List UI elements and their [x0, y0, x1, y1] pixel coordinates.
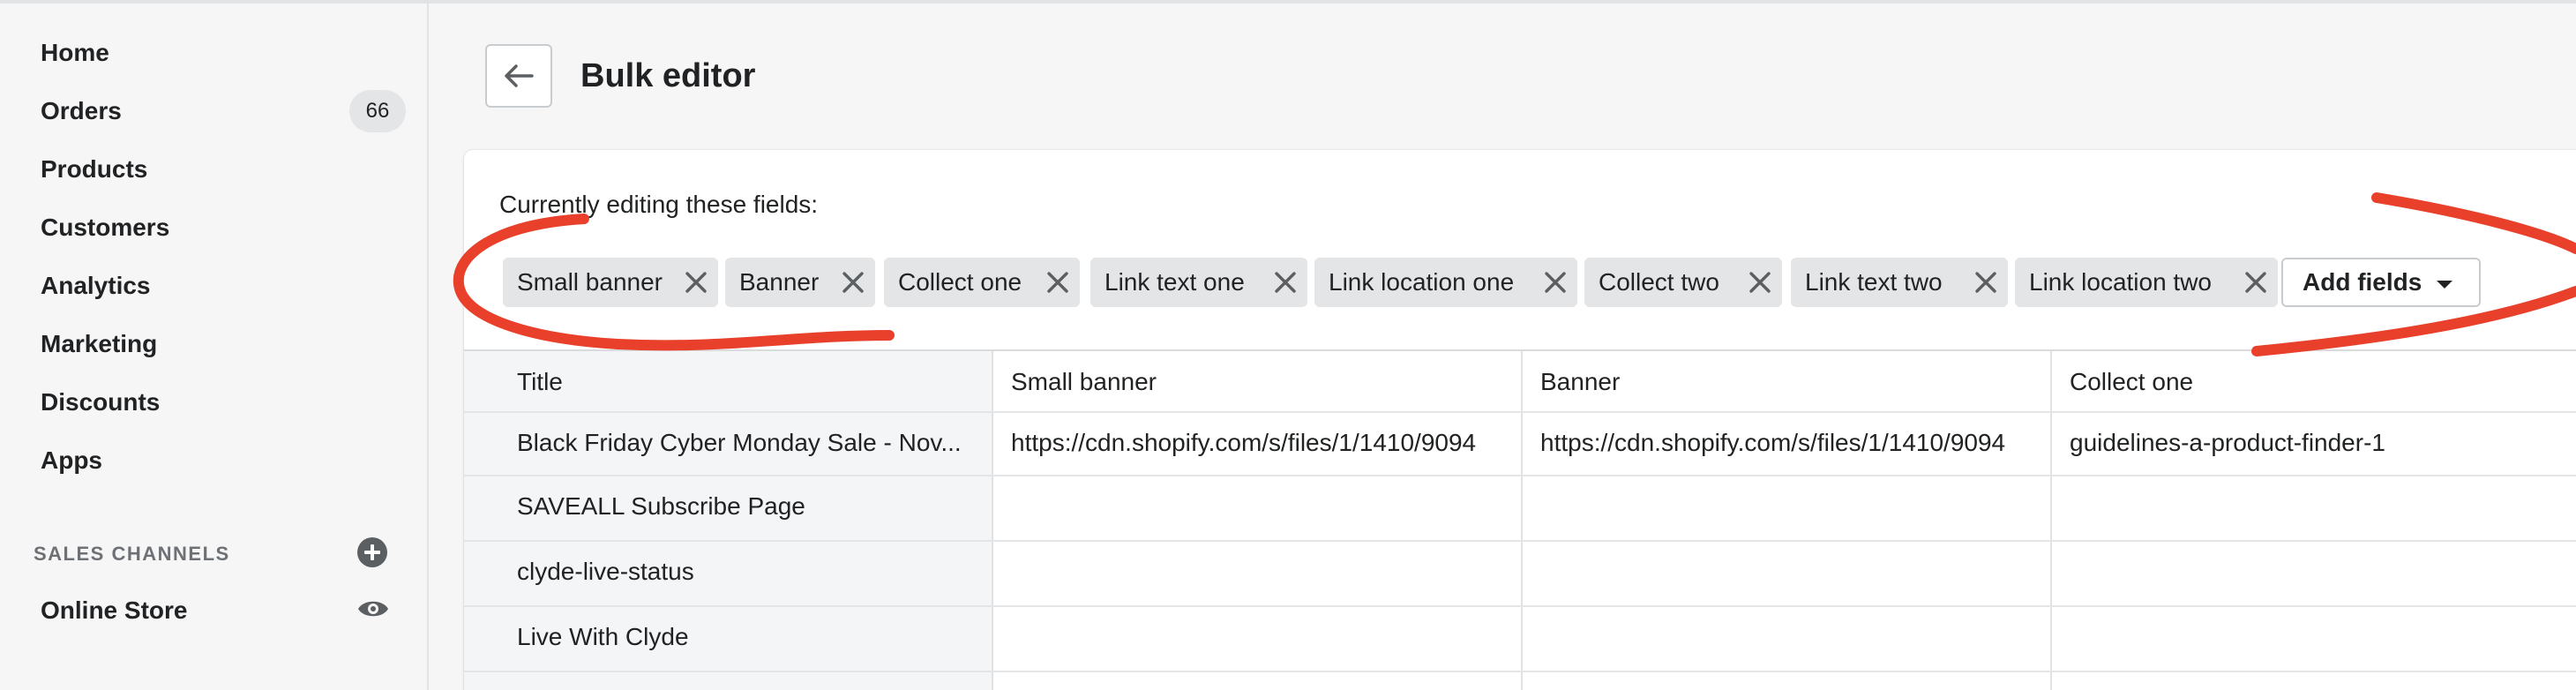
field-chip-label: Link location two: [2029, 268, 2213, 296]
field-chip-collect-two: Collect two: [1584, 258, 1782, 307]
field-chip-link-text-two: Link text two: [1791, 258, 2008, 307]
column-header-collect-one: Collect one: [2070, 368, 2194, 395]
sidebar-item-products[interactable]: Products: [41, 146, 411, 192]
sidebar-item-label: Analytics: [41, 272, 151, 299]
table-cell-input[interactable]: [1540, 540, 2033, 604]
field-chip-small-banner: Small banner: [503, 258, 718, 307]
sidebar-item-label: Apps: [41, 446, 102, 474]
column-divider: [1521, 351, 1523, 690]
table-cell-input[interactable]: [1011, 475, 1503, 538]
table-cell-input[interactable]: [1540, 605, 2033, 669]
field-chip-label: Link text two: [1805, 268, 1943, 296]
sidebar-item-online-store[interactable]: Online Store: [41, 588, 411, 634]
table-cell-input[interactable]: [2070, 540, 2564, 604]
page-title: Bulk editor: [580, 56, 756, 94]
table-cell-title: clyde-live-status: [517, 558, 694, 585]
field-chip-link-location-two: Link location two: [2015, 258, 2278, 307]
field-chip-link-text-one: Link text one: [1090, 258, 1307, 307]
field-chip-label: Small banner: [517, 268, 663, 296]
field-chip-label: Link text one: [1105, 268, 1245, 296]
plus-circle-icon[interactable]: [356, 536, 388, 568]
field-chip-label: Collect one: [898, 268, 1022, 296]
sidebar-item-discounts[interactable]: Discounts: [41, 379, 411, 425]
eye-icon[interactable]: [356, 595, 390, 623]
close-icon[interactable]: [1749, 271, 1771, 294]
back-button[interactable]: [485, 44, 552, 108]
field-chip-collect-one: Collect one: [884, 258, 1080, 307]
arrow-left-icon: [505, 64, 534, 87]
field-chip-banner: Banner: [725, 258, 875, 307]
close-icon[interactable]: [1274, 271, 1297, 294]
field-chip-link-location-one: Link location one: [1314, 258, 1577, 307]
sidebar-item-apps[interactable]: Apps: [41, 438, 411, 484]
table-cell-input[interactable]: [1011, 540, 1503, 604]
table-cell-title: Black Friday Cyber Monday Sale - Nov...: [517, 429, 962, 456]
table-cell-input[interactable]: guidelines-a-product-finder-1: [2070, 411, 2564, 475]
table-cell-input[interactable]: [1540, 475, 2033, 538]
sidebar-item-label: Marketing: [41, 330, 158, 357]
table-cell-input[interactable]: [1011, 605, 1503, 669]
sidebar-item-home[interactable]: Home: [41, 30, 411, 76]
column-divider: [992, 351, 993, 690]
caret-down-icon: [2437, 281, 2452, 289]
sales-channels-heading: SALES CHANNELS: [34, 543, 230, 565]
close-icon[interactable]: [842, 271, 865, 294]
sidebar-item-label: Online Store: [41, 596, 188, 624]
field-chip-label: Link location one: [1329, 268, 1515, 296]
sidebar-item-label: Discounts: [41, 388, 161, 416]
table-cell-title: Live With Clyde: [517, 623, 689, 650]
add-fields-button[interactable]: Add fields: [2281, 258, 2481, 307]
close-icon[interactable]: [2244, 271, 2267, 294]
column-header-banner: Banner: [1540, 368, 1621, 395]
table-cell-input[interactable]: [2070, 475, 2564, 538]
table-cell-input[interactable]: [2070, 605, 2564, 669]
sidebar-item-customers[interactable]: Customers: [41, 205, 411, 251]
close-icon[interactable]: [1974, 271, 1997, 294]
sidebar-item-marketing[interactable]: Marketing: [41, 321, 411, 367]
close-icon[interactable]: [685, 271, 708, 294]
column-header-small-banner: Small banner: [1011, 368, 1157, 395]
row-divider: [464, 671, 2576, 672]
column-divider: [2050, 351, 2052, 690]
sidebar-item-label: Home: [41, 39, 109, 66]
sidebar-item-label: Products: [41, 155, 148, 183]
table-cell-input[interactable]: https://cdn.shopify.com/s/files/1/1410/9…: [1011, 411, 1503, 475]
column-header-title: Title: [517, 368, 563, 395]
editing-fields-label: Currently editing these fields:: [499, 191, 819, 218]
sidebar-item-label: Customers: [41, 214, 170, 241]
close-icon[interactable]: [1544, 271, 1567, 294]
add-fields-label: Add fields: [2303, 268, 2422, 296]
sidebar-item-orders[interactable]: Orders 66: [41, 88, 411, 134]
table-cell-title: SAVEALL Subscribe Page: [517, 492, 805, 520]
table-cell-input[interactable]: https://cdn.shopify.com/s/files/1/1410/9…: [1540, 411, 2033, 475]
orders-count-badge: 66: [349, 90, 406, 132]
sidebar-item-analytics[interactable]: Analytics: [41, 263, 411, 309]
field-chip-label: Collect two: [1599, 268, 1719, 296]
sidebar: Home Orders 66 Products Customers Analyti…: [0, 4, 429, 690]
field-chip-label: Banner: [739, 268, 820, 296]
close-icon[interactable]: [1046, 271, 1069, 294]
sidebar-item-label: Orders: [41, 97, 122, 124]
